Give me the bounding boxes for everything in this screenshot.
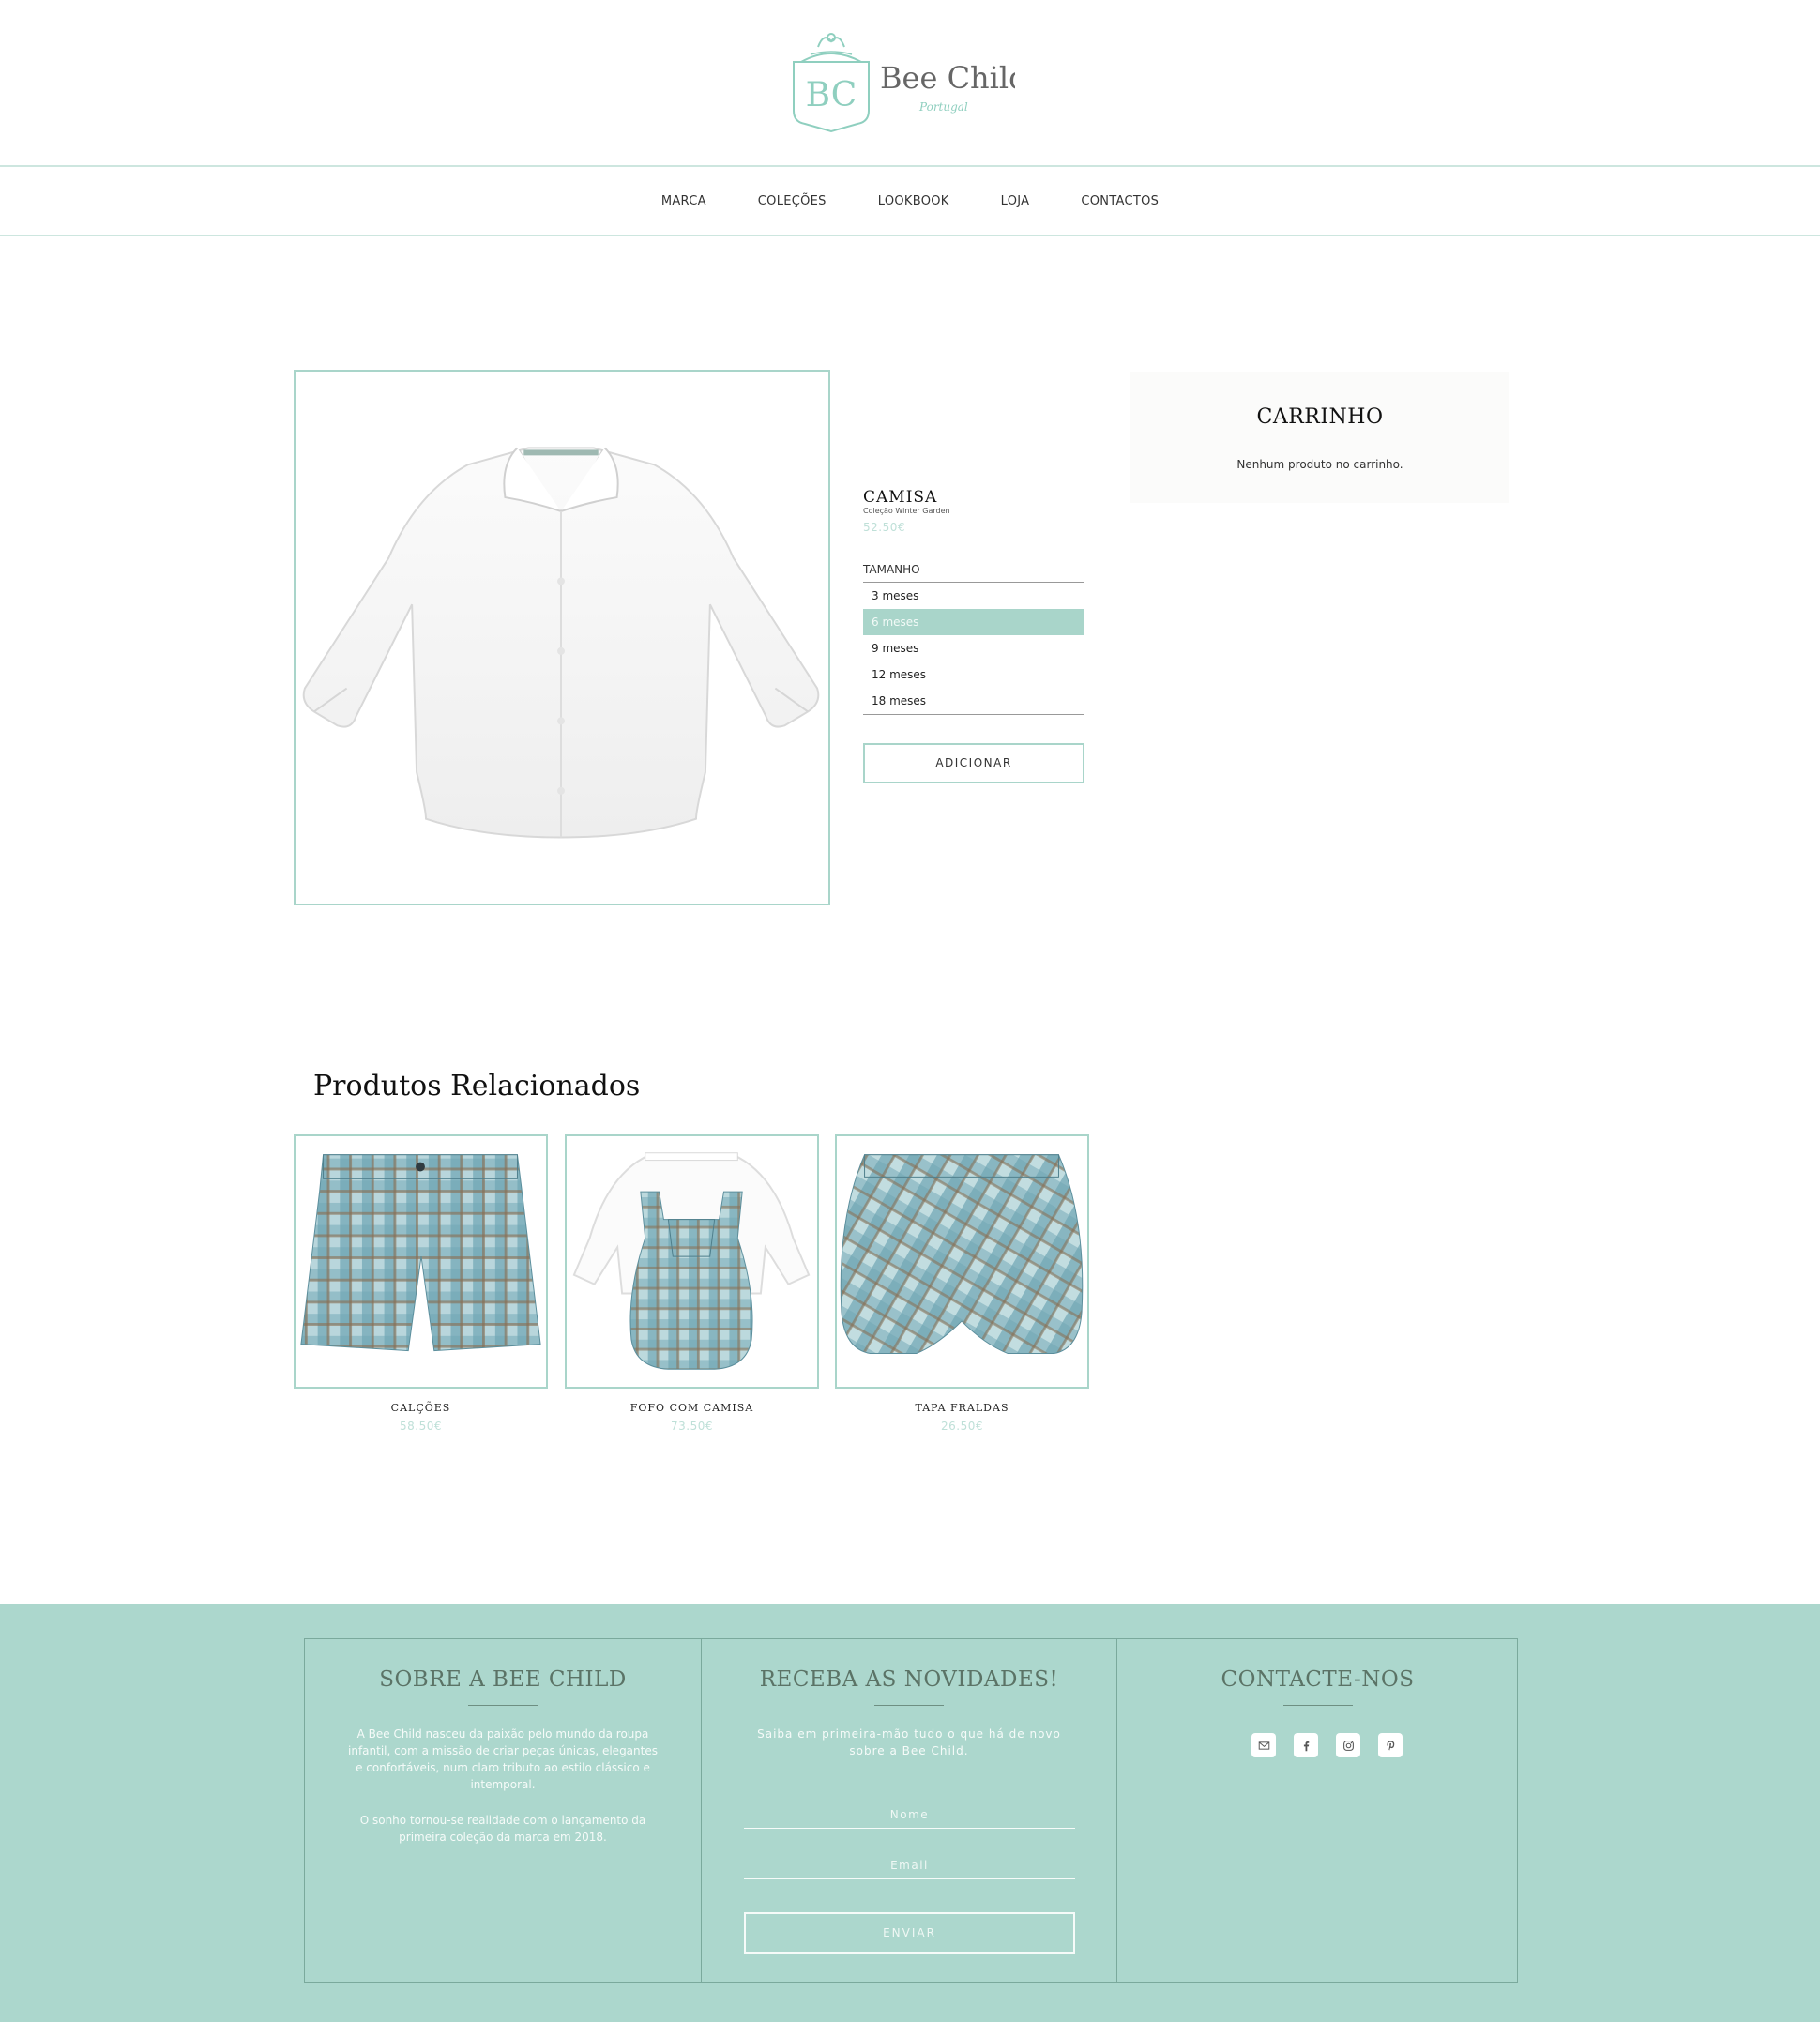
nav-item-colecoes[interactable]: COLEÇÕES [758,194,827,208]
product-price: 52.50€ [863,521,905,534]
instagram-icon[interactable] [1336,1733,1360,1757]
related-product-card[interactable] [835,1134,1089,1389]
logo-subtitle: Portugal [918,100,968,114]
size-option-18-meses[interactable]: 18 meses [863,688,1084,714]
brand-logo[interactable]: BC Bee Child Portugal [790,24,1028,135]
plaid-shorts-image [300,1154,541,1352]
nav-item-loja[interactable]: LOJA [1001,194,1030,208]
size-option-3-meses[interactable]: 3 meses [863,583,1084,609]
nav-item-lookbook[interactable]: LOOKBOOK [878,194,949,208]
size-selector: 3 meses 6 meses 9 meses 12 meses 18 mese… [863,582,1084,715]
related-products-title: Produtos Relacionados [313,1070,641,1102]
footer-about-text: A Bee Child nasceu da paixão pelo mundo … [348,1727,658,1791]
title-divider [1282,1705,1353,1706]
plaid-bloomers-image [840,1154,1084,1355]
footer-contact: CONTACTE-NOS [1117,1639,1518,1982]
footer-newsletter-title: RECEBA AS NOVIDADES! [759,1667,1059,1692]
add-to-cart-button[interactable]: ADICIONAR [863,743,1084,783]
site-footer: SOBRE A BEE CHILD A Bee Child nasceu da … [0,1604,1820,2022]
footer-columns: SOBRE A BEE CHILD A Bee Child nasceu da … [304,1638,1518,1983]
footer-about-text-2: O sonho tornou-se realidade com o lançam… [359,1814,646,1844]
size-label: TAMANHO [863,563,920,576]
title-divider [468,1705,538,1706]
product-image[interactable] [294,370,830,905]
email-icon[interactable] [1251,1733,1276,1757]
logo-wordmark: Bee Child [880,60,1015,96]
cart-title: CARRINHO [1256,405,1384,429]
nav-item-marca[interactable]: MARCA [661,194,706,208]
newsletter-email-input[interactable]: Email [744,1851,1075,1879]
related-product-name[interactable]: TAPA FRALDAS [835,1402,1089,1414]
cart-empty-message: Nenhum produto no carrinho. [1236,458,1403,471]
product-collection: Coleção Winter Garden [863,507,950,515]
newsletter-name-input[interactable]: Nome [744,1801,1075,1829]
related-product-card[interactable] [565,1134,819,1389]
footer-about-title: SOBRE A BEE CHILD [379,1667,627,1692]
facebook-icon[interactable] [1294,1733,1318,1757]
related-product-name[interactable]: CALÇÕES [294,1402,548,1414]
related-product-card[interactable] [294,1134,548,1389]
white-shirt-image [302,447,820,839]
related-product-price: 58.50€ [400,1420,442,1433]
size-option-12-meses[interactable]: 12 meses [863,661,1084,688]
footer-about: SOBRE A BEE CHILD A Bee Child nasceu da … [305,1639,702,1982]
footer-newsletter: RECEBA AS NOVIDADES! Saiba em primeira-m… [702,1639,1117,1982]
size-option-6-meses[interactable]: 6 meses [863,609,1084,635]
nav-item-contactos[interactable]: CONTACTOS [1081,194,1159,208]
plaid-romper-image [572,1152,811,1370]
footer-contact-title: CONTACTE-NOS [1221,1667,1415,1692]
main-nav: MARCA COLEÇÕES LOOKBOOK LOJA CONTACTOS [0,165,1820,236]
footer-newsletter-text: Saiba em primeira-mão tudo o que há de n… [757,1727,1061,1757]
related-product-price: 73.50€ [671,1420,713,1433]
title-divider [874,1705,944,1706]
cart-panel: CARRINHO Nenhum produto no carrinho. [1130,372,1509,503]
product-name: CAMISA [863,488,938,507]
related-product-price: 26.50€ [941,1420,983,1433]
pinterest-icon[interactable] [1378,1733,1403,1757]
related-product-name[interactable]: FOFO COM CAMISA [565,1402,819,1414]
logo-monogram: BC [806,76,857,114]
size-option-9-meses[interactable]: 9 meses [863,635,1084,661]
newsletter-send-button[interactable]: ENVIAR [744,1912,1075,1954]
